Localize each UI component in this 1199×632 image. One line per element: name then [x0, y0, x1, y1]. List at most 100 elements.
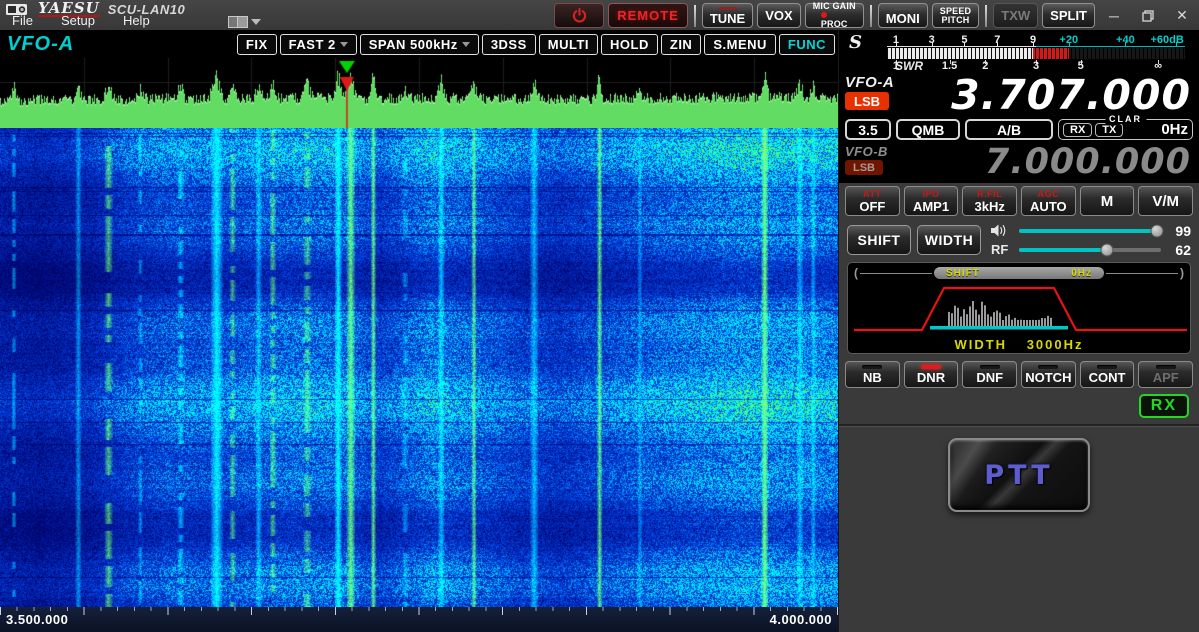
frequency-scale[interactable]: 3.500.000 4.000.000 [0, 607, 838, 632]
power-button[interactable] [554, 3, 604, 28]
waterfall-display[interactable] [0, 128, 838, 607]
clar-tx-button[interactable]: TX [1095, 123, 1123, 137]
txw-label: TXW [1001, 9, 1030, 22]
scale-end-label: 4.000.000 [770, 612, 832, 627]
vfo-b-name: VFO-B [845, 144, 907, 159]
clarifier-group: CLAR RX TX 0Hz [1058, 119, 1193, 140]
shift-indicator-value: 0Hz [1071, 268, 1092, 279]
zin-button[interactable]: ZIN [661, 34, 701, 55]
ptt-button[interactable]: PTT [948, 438, 1090, 512]
scale-start-label: 3.500.000 [6, 612, 68, 627]
display-zone: S 1 3 5 7 9 +20 +40 +60dB [839, 30, 1199, 183]
menu-bar: File Setup Help [10, 13, 152, 30]
spectrum-vfo-label: VFO-A [3, 33, 74, 56]
nb-led [862, 365, 882, 369]
moni-label: MONI [886, 12, 920, 25]
vfo-a-mode-badge[interactable]: LSB [845, 92, 889, 110]
dnf-button[interactable]: DNF [962, 361, 1017, 388]
ptt-label: PTT [984, 460, 1053, 491]
af-gain-value: 99 [1167, 223, 1191, 239]
meter-baseline [887, 46, 1185, 47]
menu-setup[interactable]: Setup [59, 13, 97, 30]
rf-gain-slider-row: RF 62 [991, 242, 1191, 257]
af-gain-knob[interactable] [1150, 224, 1163, 237]
bracket-left: ( [854, 266, 858, 280]
apf-button[interactable]: APF [1138, 361, 1193, 388]
moni-led [894, 7, 912, 10]
rf-label: RF [991, 242, 1013, 257]
close-button[interactable]: ✕ [1167, 4, 1197, 28]
mic-gain-proc-button[interactable]: MIC GAIN PROC [805, 3, 864, 28]
af-gain-slider[interactable] [1019, 229, 1161, 233]
speed-pitch-button[interactable]: SPEED PITCH [932, 3, 980, 28]
minimize-button[interactable]: ─ [1099, 4, 1129, 28]
rf-gain-slider[interactable] [1019, 248, 1161, 252]
notch-button[interactable]: NOTCH [1021, 361, 1076, 388]
restore-button[interactable] [1133, 4, 1163, 28]
s-meter-label: S [849, 34, 862, 52]
moni-button[interactable]: MONI [878, 3, 928, 28]
span-select[interactable]: SPAN 500kHz [360, 34, 479, 55]
vm-button[interactable]: V/M [1138, 186, 1193, 216]
if-filter-display: ( SHIFT 0Hz ) WIDTH 3000Hz [847, 262, 1191, 354]
width-indicator-label: WIDTH [954, 337, 1007, 352]
rf-gain-knob[interactable] [1101, 243, 1114, 256]
remote-button[interactable]: REMOTE [608, 3, 688, 28]
width-button[interactable]: WIDTH [917, 225, 981, 255]
memory-button[interactable]: M [1080, 186, 1135, 216]
vfo-b-frequency[interactable]: 7.000.000 [907, 143, 1193, 181]
swr-tick: 1.5 [942, 60, 957, 73]
swr-tick: 3 [1033, 60, 1039, 73]
spectrum-toolbar: VFO-A FIX FAST 2 SPAN 500kHz 3DSS MULTI … [0, 30, 838, 58]
layout-selector[interactable] [228, 16, 261, 28]
apf-led [1156, 365, 1176, 369]
tune-button[interactable]: TUNE [702, 3, 753, 28]
shift-button[interactable]: SHIFT [847, 225, 911, 255]
multi-button[interactable]: MULTI [539, 34, 598, 55]
shift-indicator: SHIFT 0Hz [934, 267, 1104, 279]
agc-button[interactable]: AGC AUTO [1021, 186, 1076, 216]
ipo-button[interactable]: IPO AMP1 [904, 186, 959, 216]
speed-select[interactable]: FAST 2 [280, 34, 357, 55]
vfo-b-mode-badge[interactable]: LSB [845, 160, 883, 175]
clar-offset-value: 0Hz [1161, 121, 1188, 138]
cont-button[interactable]: CONT [1080, 361, 1135, 388]
remote-label: REMOTE [617, 8, 679, 23]
dnr-button[interactable]: DNR [904, 361, 959, 388]
radio-control-panel: S 1 3 5 7 9 +20 +40 +60dB [838, 30, 1199, 632]
func-button[interactable]: FUNC [779, 34, 835, 55]
vfo-b-display: VFO-B LSB 7.000.000 [839, 143, 1199, 181]
3dss-button[interactable]: 3DSS [482, 34, 536, 55]
nb-button[interactable]: NB [845, 361, 900, 388]
hold-button[interactable]: HOLD [601, 34, 658, 55]
rx-indicator: RX [1139, 394, 1189, 418]
smenu-button[interactable]: S.MENU [704, 34, 776, 55]
af-gain-slider-row: 99 [991, 223, 1191, 238]
restore-icon [1142, 10, 1154, 22]
vfo-control-row: 3.5 QMB A/B CLAR RX TX 0Hz [839, 117, 1199, 143]
att-button[interactable]: ATT OFF [845, 186, 900, 216]
qmb-button[interactable]: QMB [896, 119, 960, 140]
spectrum-scope[interactable] [0, 58, 838, 128]
ab-swap-button[interactable]: A/B [965, 119, 1053, 140]
dnf-led [980, 365, 1000, 369]
rx-status-row: RX [839, 390, 1199, 424]
band-button[interactable]: 3.5 [845, 119, 891, 140]
swr-tick: 1 [893, 60, 899, 73]
spectrum-pane: VFO-A FIX FAST 2 SPAN 500kHz 3DSS MULTI … [0, 30, 838, 632]
clar-rx-button[interactable]: RX [1063, 123, 1092, 137]
menu-help[interactable]: Help [121, 13, 152, 30]
rf-gain-value: 62 [1167, 242, 1191, 258]
vox-button[interactable]: VOX [757, 3, 800, 28]
txw-button[interactable]: TXW [993, 3, 1038, 28]
vox-label: VOX [765, 9, 792, 22]
fix-button[interactable]: FIX [237, 34, 277, 55]
vfo-a-frequency[interactable]: 3.707.000 [907, 73, 1193, 117]
split-button[interactable]: SPLIT [1042, 3, 1095, 28]
dsp-button-row: NB DNR DNF NOTCH CONT APF [839, 357, 1199, 390]
proc-label: PROC [821, 20, 848, 29]
menu-file[interactable]: File [10, 13, 35, 30]
roofing-filter-button[interactable]: R.FIL 3kHz [962, 186, 1017, 216]
titlebar-buttons: REMOTE TUNE VOX MIC GAIN PROC MONI [554, 2, 1197, 29]
notch-led [1038, 365, 1058, 369]
